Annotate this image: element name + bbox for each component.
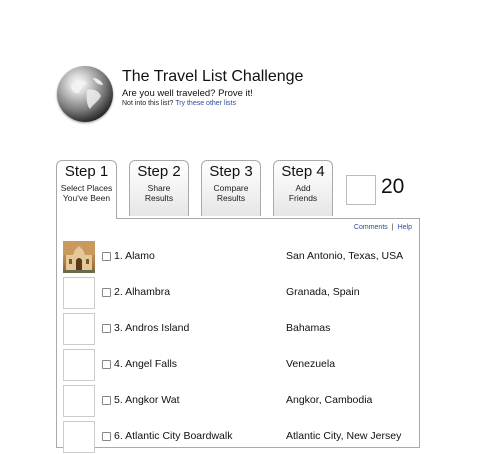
other-lists-note: Not into this list? Try these other list…: [122, 100, 236, 107]
tab-step-2-sub1: Share: [147, 183, 171, 193]
tab-step-1-sub2: You've Been: [62, 193, 111, 203]
tab-step-2-label: Step 2: [137, 163, 181, 180]
list-item: 6. Atlantic City Boardwalk Atlantic City…: [57, 420, 419, 454]
place-location: Angkor, Cambodia: [286, 394, 373, 406]
help-link[interactable]: Help: [398, 224, 412, 231]
panel-links: Comments | Help: [354, 224, 412, 231]
tab-step-3-sub1: Compare: [213, 183, 249, 193]
tab-step-2[interactable]: Step 2 Share Results: [129, 160, 189, 216]
other-lists-prefix: Not into this list?: [122, 100, 174, 107]
places-panel: Comments | Help 1. Alamo San Antonio, Texa…: [56, 218, 420, 453]
list-item: 3. Andros Island Bahamas: [57, 312, 419, 346]
tab-step-4-sub1: Add: [295, 183, 311, 193]
checkbox[interactable]: [102, 288, 111, 297]
place-thumbnail: [63, 313, 95, 345]
tab-step-1-label: Step 1: [64, 163, 109, 180]
other-lists-link[interactable]: Try these other lists: [175, 100, 236, 107]
tab-step-4-label: Step 4: [281, 163, 325, 180]
places-count: 20: [381, 175, 405, 198]
list-item: 2. Alhambra Granada, Spain: [57, 276, 419, 310]
links-separator: |: [391, 224, 394, 231]
page-title: The Travel List Challenge: [122, 68, 304, 85]
alamo-photo: [63, 241, 95, 273]
tab-step-2-sub2: Results: [144, 193, 174, 203]
list-item: 5. Angkor Wat Angkor, Cambodia: [57, 384, 419, 418]
list-item: 1. Alamo San Antonio, Texas, USA: [57, 240, 419, 274]
tab-step-1-sub1: Select Places: [60, 183, 113, 193]
globe-logo-icon: [57, 66, 113, 122]
tab-step-4-sub2: Friends: [288, 193, 318, 203]
place-thumbnail: [63, 385, 95, 417]
place-location: Venezuela: [286, 358, 336, 370]
place-name: 2. Alhambra: [114, 286, 171, 298]
list-item: 4. Angel Falls Venezuela: [57, 348, 419, 382]
page-subtitle: Are you well traveled? Prove it!: [122, 88, 253, 99]
place-location: San Antonio, Texas, USA: [286, 250, 404, 262]
tab-step-3[interactable]: Step 3 Compare Results: [201, 160, 261, 216]
checkbox[interactable]: [102, 396, 111, 405]
place-location: Atlantic City, New Jersey: [286, 430, 402, 442]
place-location: Granada, Spain: [286, 286, 360, 298]
place-name: 6. Atlantic City Boardwalk: [114, 430, 233, 442]
place-name: 5. Angkor Wat: [114, 394, 180, 406]
place-thumbnail: [63, 277, 95, 309]
checkbox[interactable]: [102, 360, 111, 369]
comments-link[interactable]: Comments: [354, 224, 388, 231]
tab-step-3-sub2: Results: [216, 193, 246, 203]
tab-step-3-label: Step 3: [209, 163, 253, 180]
place-name: 4. Angel Falls: [114, 358, 178, 370]
place-thumbnail: [63, 349, 95, 381]
counter-box: [346, 175, 376, 205]
place-location: Bahamas: [286, 322, 331, 334]
place-name: 3. Andros Island: [114, 322, 190, 334]
place-thumbnail: [63, 421, 95, 453]
tab-step-4[interactable]: Step 4 Add Friends: [273, 160, 333, 216]
checkbox[interactable]: [102, 324, 111, 333]
checkbox[interactable]: [102, 252, 111, 261]
tab-step-1[interactable]: Step 1 Select Places You've Been: [56, 160, 117, 219]
place-name: 1. Alamo: [114, 250, 155, 262]
